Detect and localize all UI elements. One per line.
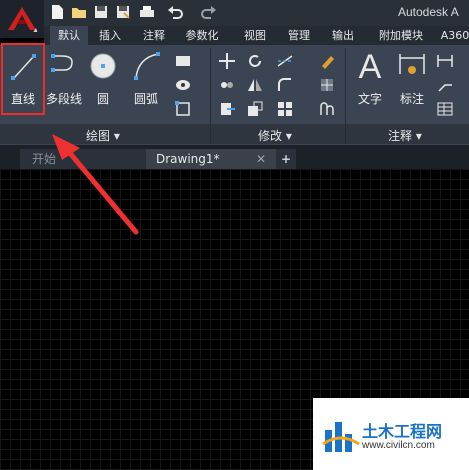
watermark-url: www.civilcn.com xyxy=(362,440,435,451)
watermark-text: 土木工程网 xyxy=(362,422,443,441)
building-logo-icon xyxy=(322,422,360,452)
